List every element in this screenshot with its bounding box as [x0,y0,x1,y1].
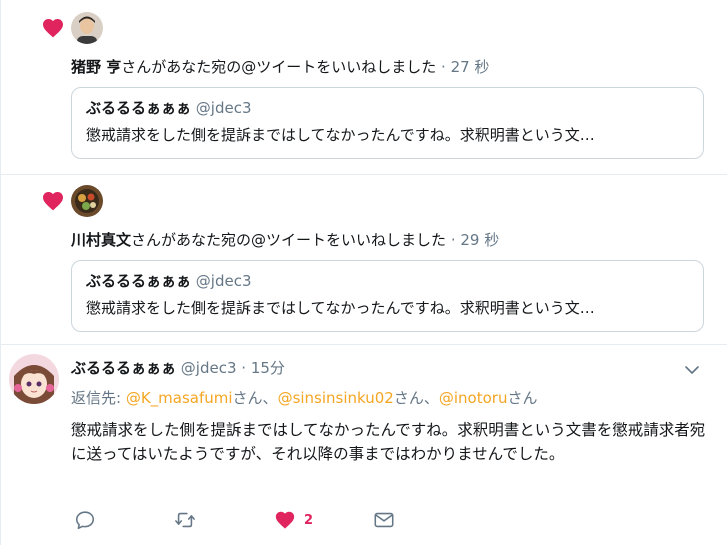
user-name[interactable]: ぶるるるぁぁぁ [71,359,176,377]
timestamp[interactable]: · 29 秒 [451,231,499,249]
notification-text: 猪野 亨さんがあなた宛の@ツイートをいいねしました · 27 秒 [71,57,489,77]
reply-button[interactable] [74,505,96,535]
like-count: 2 [304,512,314,528]
quoted-user-name: ぶるるるぁぁぁ [86,272,192,290]
timestamp[interactable]: · 27 秒 [441,58,489,76]
mention-separator: さん、 [232,389,278,407]
retweet-button[interactable] [174,505,196,535]
user-name[interactable]: 猪野 亨 [71,58,121,76]
user-name[interactable]: 川村真文 [71,231,131,249]
notification-text: 川村真文さんがあなた宛の@ツイートをいいねしました · 29 秒 [71,230,499,250]
tweet-header: ぶるるるぁぁぁ @jdec3 · 15分 [71,358,285,378]
like-button[interactable]: 2 [274,505,313,535]
avatar[interactable] [9,354,59,404]
mention-separator: さん [507,389,538,407]
mention-link[interactable]: @K_masafumi [126,389,233,407]
notification-action: さんがあなた宛の@ツイートをいいねしました [121,58,437,76]
retweet-icon [175,512,195,528]
tweet-text: 懲戒請求をした側を提訴まではしてなかったんですね。求釈明書という文書を懲戒請求者… [71,421,706,463]
timestamp[interactable]: · 15分 [241,359,285,377]
quoted-user-handle: @jdec3 [195,99,252,117]
reply-prefix: 返信先: [71,389,126,407]
reply-context: 返信先: @K_masafumiさん、@sinsinsinku02さん、@ino… [71,388,537,408]
quoted-tweet[interactable]: ぶるるるぁぁぁ @jdec3 懲戒請求をした側を提訴まではしてなかったんですね。… [71,260,704,332]
notifications-feed: 猪野 亨さんがあなた宛の@ツイートをいいねしました · 27 秒 ぶるるるぁぁぁ… [0,0,727,545]
user-handle[interactable]: @jdec3 [181,359,237,377]
mention-separator: さん、 [393,389,439,407]
reply-icon [75,511,95,530]
notification-action: さんがあなた宛の@ツイートをいいねしました [131,231,447,249]
like-notification[interactable]: 猪野 亨さんがあなた宛の@ツイートをいいねしました · 27 秒 ぶるるるぁぁぁ… [1,0,727,175]
quoted-user-name: ぶるるるぁぁぁ [86,99,192,117]
mention-link[interactable]: @sinsinsinku02 [278,389,394,407]
quoted-tweet[interactable]: ぶるるるぁぁぁ @jdec3 懲戒請求をした側を提訴まではしてなかったんですね。… [71,87,704,159]
avatar[interactable] [71,185,103,217]
message-button[interactable] [373,505,395,535]
mention-link[interactable]: @inotoru [439,389,508,407]
avatar[interactable] [71,12,103,44]
caret-down-icon[interactable] [683,361,701,379]
like-notification[interactable]: 川村真文さんがあなた宛の@ツイートをいいねしました · 29 秒 ぶるるるぁぁぁ… [1,175,727,345]
tweet-actions: 2 [71,505,711,535]
heart-icon [43,192,63,211]
quoted-user-handle: @jdec3 [195,272,252,290]
quoted-tweet-text: 懲戒請求をした側を提訴まではしてなかったんですね。求釈明書という文… [86,299,595,317]
quoted-tweet-text: 懲戒請求をした側を提訴まではしてなかったんですね。求釈明書という文… [86,126,595,144]
heart-icon [43,19,63,38]
message-icon [374,512,394,528]
like-icon [275,511,295,529]
